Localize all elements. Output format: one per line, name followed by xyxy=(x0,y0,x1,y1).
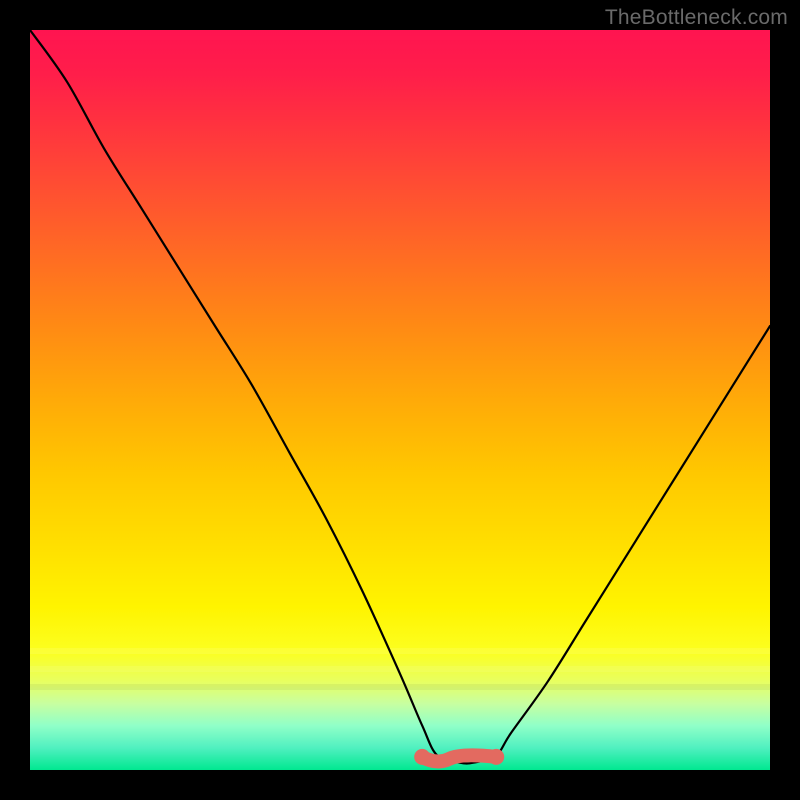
gradient-band xyxy=(30,684,770,690)
chart-area xyxy=(30,30,770,770)
watermark-text: TheBottleneck.com xyxy=(605,6,788,30)
gradient-band xyxy=(30,648,770,654)
chart-background-gradient xyxy=(30,30,770,770)
gradient-band xyxy=(30,666,770,672)
